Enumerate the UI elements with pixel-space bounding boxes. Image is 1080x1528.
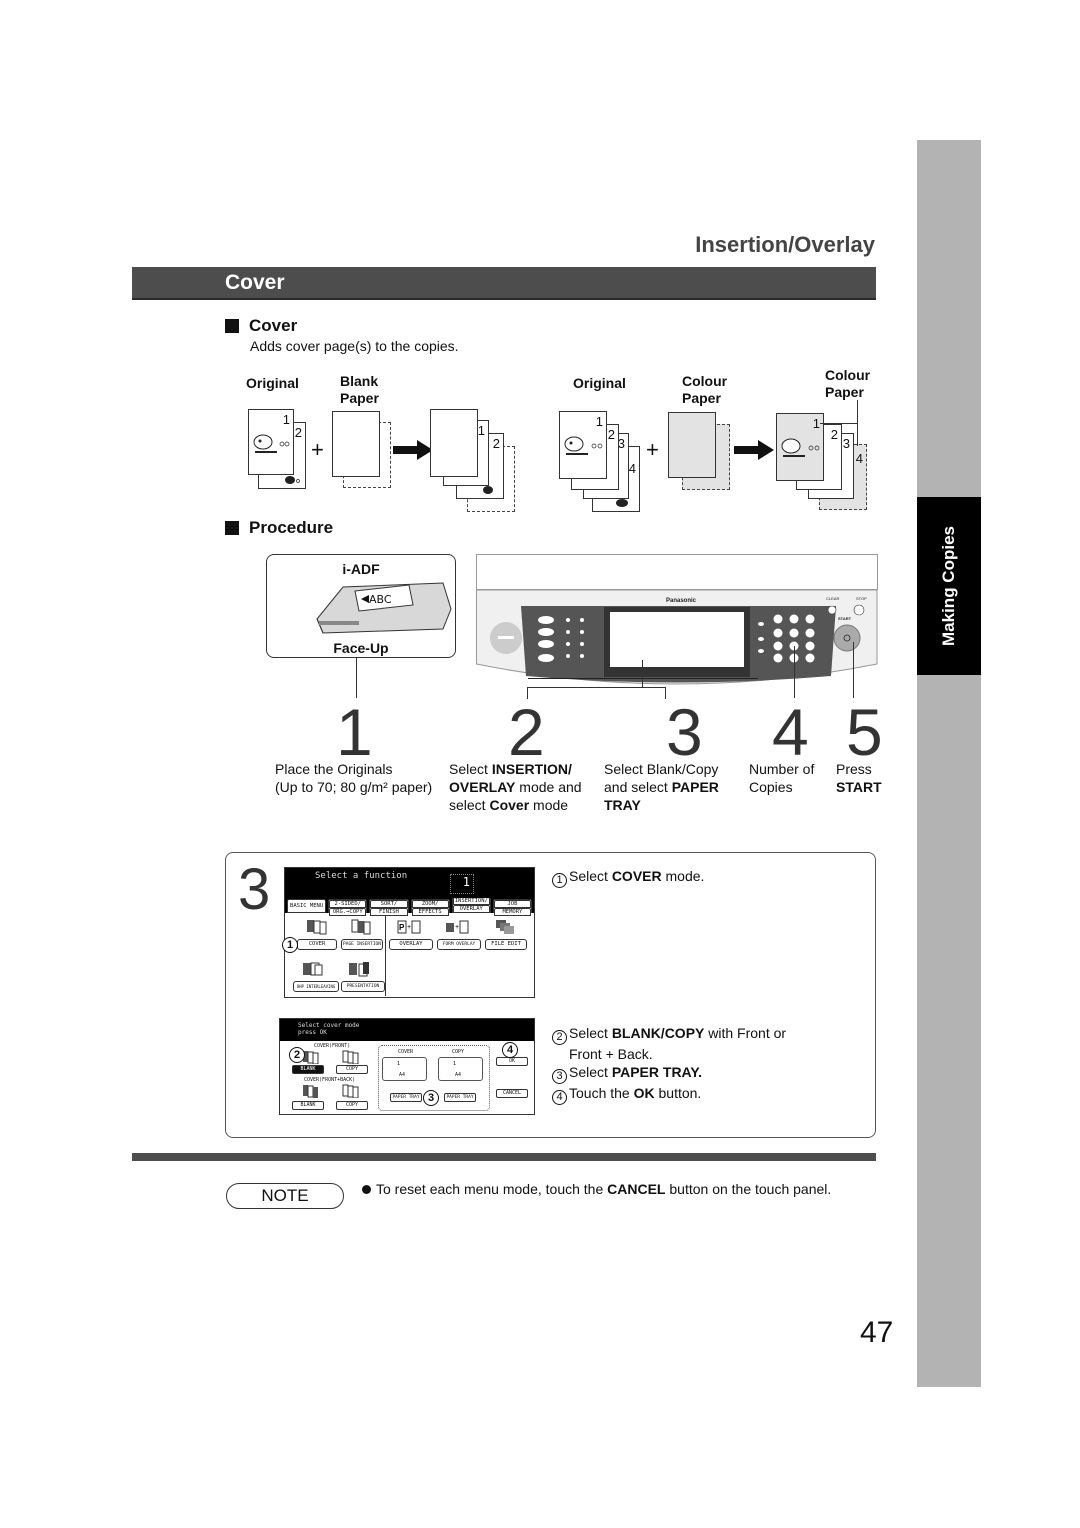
plus-sign: +: [311, 437, 324, 462]
marker-4: 4: [502, 1042, 518, 1058]
control-panel-illustration: Panasonic CLEAR STOP START: [476, 554, 878, 685]
cover-tray-select[interactable]: 1 A4: [382, 1057, 427, 1081]
tab-basic-menu[interactable]: BASIC MENU: [287, 899, 327, 913]
chapter-tab-label: Making Copies: [939, 526, 958, 646]
procedure-heading: Procedure: [225, 518, 333, 538]
copy-counter: 1: [450, 874, 474, 894]
overlay-icon: P +: [397, 920, 421, 934]
side-strip: [917, 140, 981, 1387]
ohp-interleaving-button[interactable]: OHP INTERLEAVING: [293, 981, 339, 992]
adf-illustration: i-ADF ABC Face-Up: [266, 554, 456, 658]
touch-screen-cover-mode: Select cover mode press OK COVER(FRONT) B…: [279, 1018, 535, 1115]
step-number-1: 1: [336, 695, 373, 769]
tab-2-sided[interactable]: 2-SIDED/ORG.→COPY: [328, 899, 368, 916]
section-divider: [132, 1153, 876, 1161]
cover-paper-tray-button[interactable]: PAPER TRAY: [390, 1093, 422, 1102]
cancel-button[interactable]: CANCEL: [496, 1089, 528, 1098]
title-bar: Cover: [132, 267, 876, 300]
svg-text:+: +: [455, 924, 459, 931]
ok-button[interactable]: OK: [496, 1057, 528, 1066]
svg-text:ABC: ABC: [369, 593, 392, 606]
svg-text:Panasonic: Panasonic: [666, 598, 697, 604]
colour-paper-label: Colour Paper: [682, 373, 728, 406]
marker-1: 1: [282, 937, 298, 953]
square-bullet-icon: [225, 521, 239, 535]
page-insertion-button[interactable]: PAGE INSERTION: [341, 939, 383, 950]
svg-text:P: P: [399, 923, 405, 932]
svg-text:+: +: [407, 924, 411, 931]
dog-illustration-icon: [253, 434, 290, 453]
step-number-5: 5: [846, 695, 883, 769]
ohp-interleaving-icon: [303, 962, 323, 976]
form-overlay-icon: +: [446, 920, 469, 934]
step-3-text: Select Blank/Copy and select PAPER TRAY: [604, 761, 719, 813]
front-back-copy-button[interactable]: COPY: [336, 1101, 368, 1110]
arrow-right-icon: [393, 440, 433, 460]
cover-heading: Cover: [225, 316, 297, 336]
marker-3: 3: [423, 1090, 439, 1106]
square-bullet-icon: [225, 319, 239, 333]
colour-paper-result-label: Colour Paper: [825, 367, 871, 400]
adf-title: i-ADF: [342, 561, 380, 577]
tab-sort-finish[interactable]: SORT/FINISH: [369, 899, 409, 916]
blank-paper-label: Blank Paper: [340, 373, 379, 406]
page-number: 47: [860, 1316, 894, 1349]
plus-sign-right: +: [646, 437, 659, 462]
note-text: To reset each menu mode, touch the CANCE…: [362, 1181, 831, 1197]
step-4-text: Number of Copies: [749, 761, 815, 795]
cover-function-button[interactable]: COVER: [297, 939, 337, 950]
copy-tray-select[interactable]: 1 A4: [438, 1057, 483, 1081]
file-edit-button[interactable]: FILE EDIT: [485, 939, 527, 950]
detail-step-number: 3: [238, 857, 271, 922]
adf-feeder-icon: ABC: [316, 582, 452, 634]
procedure-heading-text: Procedure: [249, 518, 334, 537]
cover-function-icon: [307, 920, 327, 935]
tab-job-memory[interactable]: JOB MEMORY: [492, 899, 533, 916]
cover-front-label: COVER(FRONT): [314, 1043, 351, 1049]
step-1-text: Place the Originals (Up to 70; 80 g/m² p…: [275, 761, 433, 795]
original-label-right: Original: [573, 375, 626, 391]
touch-screen-function-menu: Select a function 1 BASIC MENU 2-SIDED/OR…: [284, 867, 535, 998]
step-2-text: Select INSERTION/ OVERLAY mode and selec…: [449, 761, 582, 813]
section-title: Insertion/Overlay: [695, 232, 875, 257]
presentation-button[interactable]: PRESENTATION: [341, 981, 385, 992]
chapter-tab[interactable]: Making Copies: [917, 497, 981, 675]
cover-heading-text: Cover: [249, 316, 298, 335]
tab-zoom-effects[interactable]: ZOOM/EFFECTS: [410, 899, 450, 916]
dog-illustration-icon: [285, 476, 300, 484]
bullet-icon: [362, 1185, 371, 1194]
front-back-blank-button[interactable]: BLANK: [292, 1101, 324, 1110]
svg-text:START: START: [838, 616, 852, 621]
overlay-button[interactable]: OVERLAY: [389, 939, 433, 950]
step-number-2: 2: [508, 695, 545, 769]
step-number-4: 4: [772, 695, 809, 769]
instructions-2-4: 2 Select BLANK/COPY with Front or Front +…: [552, 1024, 786, 1105]
cover-description: Adds cover page(s) to the copies.: [250, 338, 459, 354]
page-insertion-icon: [351, 919, 371, 935]
title-bar-text: Cover: [225, 271, 285, 294]
cover-front-back-label: COVER(FRONT+BACK): [304, 1077, 356, 1083]
marker-2: 2: [289, 1047, 305, 1063]
step-5-text: Press START: [836, 761, 882, 795]
note-label: NOTE: [226, 1183, 344, 1209]
arrow-right-icon: [734, 440, 774, 460]
copy-paper-tray-button[interactable]: PAPER TRAY: [444, 1093, 476, 1102]
adf-caption: Face-Up: [333, 640, 389, 656]
cover-copy-icon: [342, 1050, 359, 1064]
cover-blank-icon: [303, 1051, 319, 1064]
step-number-3: 3: [666, 695, 703, 769]
screen1-title: Select a function: [315, 871, 408, 881]
original-label-left: Original: [246, 375, 299, 391]
function-tabs: BASIC MENU 2-SIDED/ORG.→COPY SORT/FINISH…: [285, 896, 534, 916]
tab-insertion-overlay[interactable]: INSERTION/OVERLAY: [451, 896, 491, 913]
file-edit-icon: [496, 920, 514, 934]
form-overlay-button[interactable]: FORM OVERLAY: [437, 939, 481, 950]
svg-text:CLEAR: CLEAR: [826, 596, 839, 601]
front-blank-button[interactable]: BLANK: [292, 1065, 324, 1074]
presentation-icon: [349, 962, 369, 977]
svg-text:STOP: STOP: [856, 596, 867, 601]
front-copy-button[interactable]: COPY: [336, 1065, 368, 1074]
instruction-1: 1 Select COVER mode.: [552, 867, 704, 888]
